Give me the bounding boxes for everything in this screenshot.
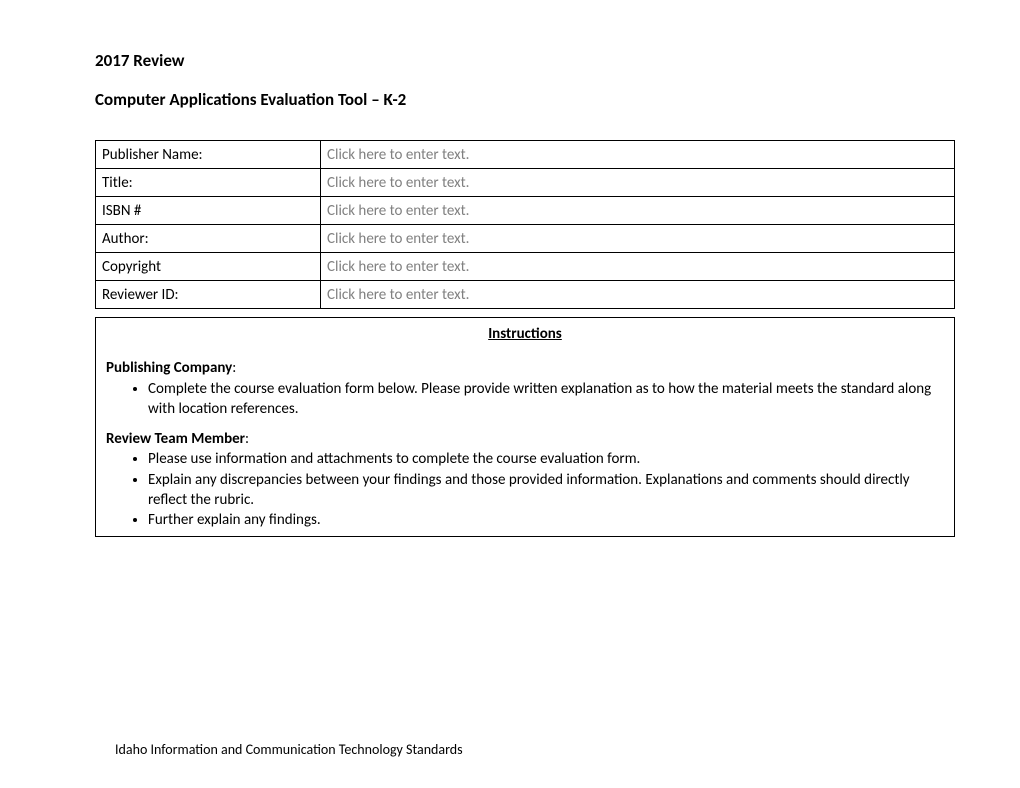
page-header-line1: 2017 Review	[95, 50, 955, 71]
form-row-publisher: Publisher Name: Click here to enter text…	[96, 141, 955, 169]
colon: :	[245, 430, 249, 448]
label-author: Author:	[96, 225, 321, 253]
label-reviewer: Reviewer ID:	[96, 281, 321, 309]
instructions-box: Instructions Publishing Company: Complet…	[95, 317, 955, 537]
metadata-form-table: Publisher Name: Click here to enter text…	[95, 140, 955, 309]
bullet-item: Further explain any findings.	[148, 510, 944, 530]
bullet-item: Please use information and attachments t…	[148, 449, 944, 469]
label-publisher: Publisher Name:	[96, 141, 321, 169]
colon: :	[232, 359, 236, 377]
input-author[interactable]: Click here to enter text.	[321, 225, 955, 253]
form-row-title: Title: Click here to enter text.	[96, 169, 955, 197]
input-title[interactable]: Click here to enter text.	[321, 169, 955, 197]
instructions-title: Instructions	[106, 324, 944, 344]
form-row-author: Author: Click here to enter text.	[96, 225, 955, 253]
input-copyright[interactable]: Click here to enter text.	[321, 253, 955, 281]
bullet-item: Complete the course evaluation form belo…	[148, 379, 944, 420]
page-header-line2: Computer Applications Evaluation Tool – …	[95, 89, 955, 110]
bullet-list-review-team: Please use information and attachments t…	[106, 449, 944, 530]
input-publisher[interactable]: Click here to enter text.	[321, 141, 955, 169]
bullet-list-publishing: Complete the course evaluation form belo…	[106, 379, 944, 420]
section-heading-review-team: Review Team Member	[106, 430, 245, 448]
section-heading-publishing: Publishing Company	[106, 359, 232, 377]
bullet-item: Explain any discrepancies between your f…	[148, 470, 944, 511]
input-isbn[interactable]: Click here to enter text.	[321, 197, 955, 225]
label-isbn: ISBN #	[96, 197, 321, 225]
page-footer: Idaho Information and Communication Tech…	[115, 741, 463, 758]
instructions-section-review-team: Review Team Member: Please use informati…	[106, 429, 944, 530]
form-row-reviewer: Reviewer ID: Click here to enter text.	[96, 281, 955, 309]
label-title: Title:	[96, 169, 321, 197]
form-row-copyright: Copyright Click here to enter text.	[96, 253, 955, 281]
label-copyright: Copyright	[96, 253, 321, 281]
instructions-section-publishing: Publishing Company: Complete the course …	[106, 358, 944, 419]
input-reviewer[interactable]: Click here to enter text.	[321, 281, 955, 309]
form-row-isbn: ISBN # Click here to enter text.	[96, 197, 955, 225]
